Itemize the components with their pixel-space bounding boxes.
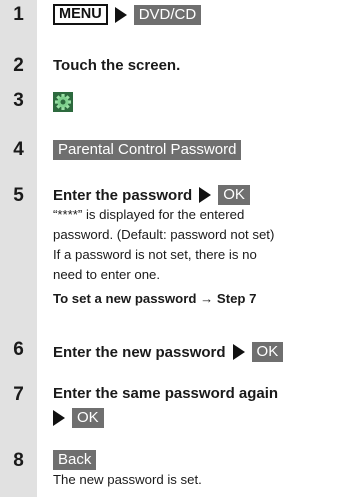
step-text: Enter the new password [53,343,226,361]
arrow-right-icon [232,344,245,360]
arrow-right-icon [199,187,212,203]
step-number: 7 [13,384,24,405]
step-note-line: If a password is not set, there is no [53,247,257,262]
step-number: 6 [13,339,24,360]
ok-button[interactable]: OK [218,185,250,205]
step-text: Enter the same password again [53,385,279,402]
step-number: 3 [13,90,24,111]
step-text: Touch the screen. [53,57,181,74]
step-number: 5 [13,185,24,206]
menu-button[interactable]: MENU [53,4,108,25]
step-note-line: password. (Default: password not set) [53,227,275,242]
parental-control-password-button[interactable]: Parental Control Password [53,140,242,160]
step-number: 8 [13,450,24,471]
step-number: 2 [13,55,24,76]
arrow-right-icon [114,6,127,23]
step-note: The new password is set. [53,472,202,487]
step-note-line: need to enter one. [53,267,161,282]
step-number: 1 [13,4,24,25]
step-tip: To set a new password → Step 7 [53,291,257,306]
dvd-cd-button[interactable]: DVD/CD [133,4,202,25]
ok-button[interactable]: OK [72,408,104,428]
arrow-right-icon [53,410,65,426]
back-button[interactable]: Back [53,450,97,470]
step-note-line: “****” is displayed for the entered [53,207,245,222]
step-number: 4 [13,139,24,160]
ok-button[interactable]: OK [251,342,284,362]
settings-gear-icon[interactable] [53,92,73,112]
step-text: Enter the password [53,186,193,204]
